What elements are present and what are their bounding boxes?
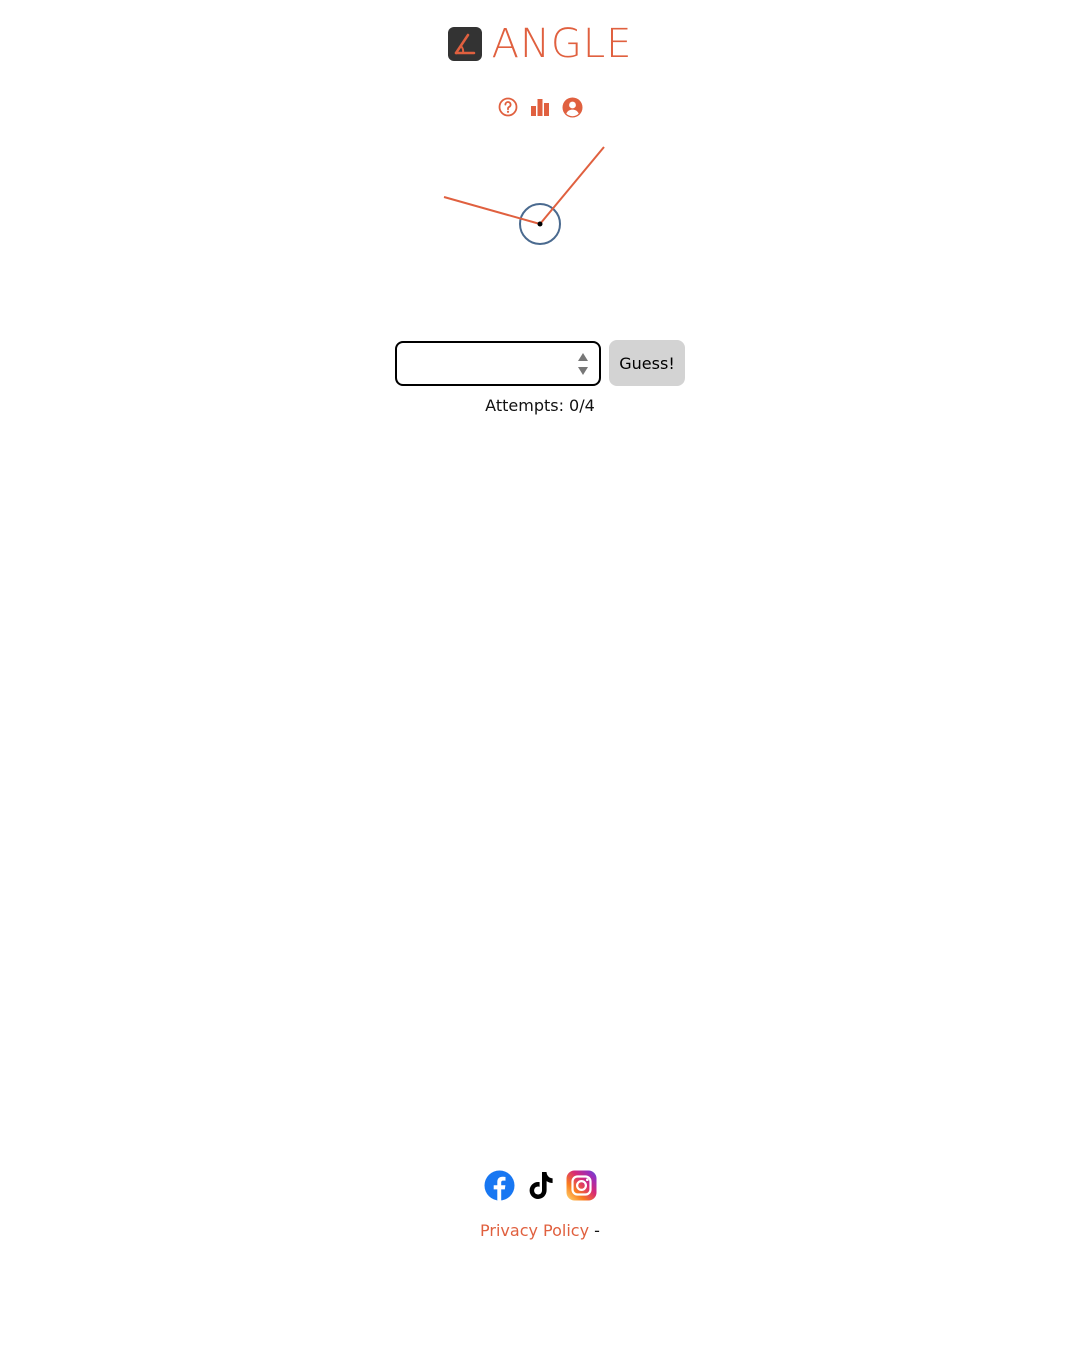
guess-input[interactable] [397,342,568,384]
bar-chart-icon[interactable] [529,96,551,118]
angle-vertex [537,221,543,227]
tiktok-icon[interactable] [525,1170,556,1201]
user-circle-icon[interactable] [561,96,583,118]
guess-input-box [395,340,602,386]
footer-separator: - [594,1221,600,1240]
facebook-icon[interactable] [484,1170,515,1201]
guess-form: Guess! [0,340,1080,386]
footer-links: Privacy Policy - [0,1221,1080,1240]
angle-logo-icon [447,27,482,61]
social-links [0,1170,1080,1201]
angle-ray-b [539,146,605,225]
app-header: ANGLE [0,24,1080,64]
page: ANGLE Guess! Attempts: 0/4 Privacy Polic… [0,0,1080,1350]
privacy-policy-link[interactable]: Privacy Policy [480,1221,589,1240]
guess-button[interactable]: Guess! [609,340,685,386]
header-toolbar [0,96,1080,118]
angle-figure [420,140,660,260]
attempts-counter: Attempts: 0/4 [485,396,595,415]
number-spinner[interactable] [577,351,589,377]
help-circle-icon[interactable] [497,96,519,118]
instagram-icon[interactable] [566,1170,597,1201]
app-title: ANGLE [491,21,633,67]
